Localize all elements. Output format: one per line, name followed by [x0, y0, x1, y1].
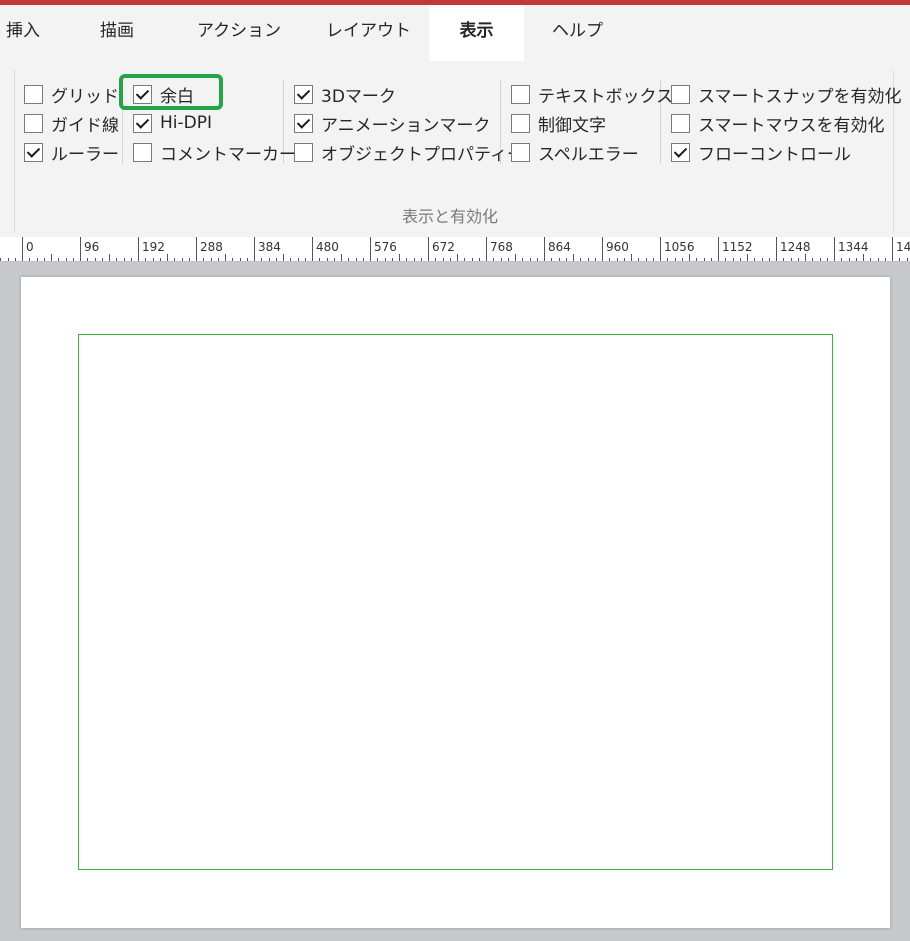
tab-action[interactable]: アクション [197, 5, 281, 61]
checkbox-label: オブジェクトプロパティー [321, 144, 524, 165]
checkbox-box[interactable] [294, 84, 313, 104]
ruler-label: 1248 [780, 240, 811, 254]
checkbox-comment-markers[interactable]: コメントマーカー [133, 139, 296, 165]
checkbox-label: ルーラー [51, 144, 119, 165]
checkbox-flow-control[interactable]: フローコントロール [671, 139, 851, 165]
ruler-label: 0 [26, 240, 34, 254]
checkbox-box[interactable] [671, 113, 690, 133]
ribbon-group-label: 表示と有効化 [401, 207, 498, 226]
checkbox-label: Hi-DPI [160, 113, 212, 133]
tab-layout[interactable]: レイアウト [326, 5, 411, 61]
ruler-label: 672 [432, 240, 455, 254]
checkbox-guides[interactable]: ガイド線 [24, 110, 119, 136]
checkbox-label: グリッド [51, 86, 119, 107]
checkbox-label: スマートスナップを有効化 [698, 86, 902, 107]
ruler-label: 1056 [664, 240, 695, 254]
tab-draw[interactable]: 描画 [100, 5, 134, 61]
ruler-label: 960 [606, 240, 629, 254]
ruler-label: 1152 [722, 240, 753, 254]
ribbon-tab-strip: 挿入 描画 アクション レイアウト 表示 ヘルプ [0, 5, 910, 61]
margins-highlight-frame [119, 74, 223, 110]
checkbox-label: テキストボックス [538, 86, 673, 107]
checkbox-box[interactable] [133, 113, 152, 133]
ruler-label: 192 [142, 240, 165, 254]
checkbox-smart-snap[interactable]: スマートスナップを有効化 [671, 81, 902, 107]
checkbox-spelling-errors[interactable]: スペルエラー [511, 139, 639, 165]
checkbox-box[interactable] [24, 84, 43, 104]
ruler-label: 480 [316, 240, 339, 254]
checkbox-smart-mouse[interactable]: スマートマウスを有効化 [671, 110, 885, 136]
checkbox-grid[interactable]: グリッド [24, 81, 119, 107]
tab-insert[interactable]: 挿入 [6, 5, 40, 61]
checkbox-label: 制御文字 [538, 115, 606, 136]
checkbox-3d-marks[interactable]: 3Dマーク [294, 81, 396, 107]
checkbox-animation-marks[interactable]: アニメーションマーク [294, 110, 490, 136]
margin-boundary [78, 334, 833, 870]
ruler-label: 288 [200, 240, 223, 254]
checkbox-box[interactable] [294, 113, 313, 133]
checkbox-box[interactable] [294, 142, 313, 162]
horizontal-ruler[interactable]: 0 96 192 288 384 480 576 672 768 864 960 1056 1152 12… [0, 237, 910, 262]
checkbox-box[interactable] [511, 113, 530, 133]
tab-help[interactable]: ヘルプ [552, 5, 603, 61]
checkbox-label: スマートマウスを有効化 [698, 115, 885, 136]
ruler-label: 576 [374, 240, 397, 254]
checkbox-box[interactable] [671, 142, 690, 162]
ruler-label: 1344 [838, 240, 869, 254]
ruler-scale: 0 96 192 288 384 480 576 672 768 864 960 1056 1152 12… [0, 237, 910, 261]
checkbox-ruler[interactable]: ルーラー [24, 139, 119, 165]
checkbox-label: 3Dマーク [321, 86, 396, 107]
checkbox-box[interactable] [24, 142, 43, 162]
checkbox-hi-dpi[interactable]: Hi-DPI [133, 110, 212, 136]
checkbox-box[interactable] [24, 113, 43, 133]
checkbox-control-characters[interactable]: 制御文字 [511, 110, 606, 136]
ruler-label: 14 [896, 240, 910, 254]
checkbox-box[interactable] [133, 142, 152, 162]
checkbox-label: フローコントロール [698, 144, 851, 165]
checkbox-box[interactable] [511, 84, 530, 104]
ruler-label: 768 [490, 240, 513, 254]
checkbox-box[interactable] [671, 84, 690, 104]
checkbox-label: ガイド線 [51, 115, 119, 136]
ruler-label: 96 [84, 240, 99, 254]
ruler-label: 384 [258, 240, 281, 254]
ruler-label: 864 [548, 240, 571, 254]
tab-view[interactable]: 表示 [429, 5, 524, 61]
checkbox-text-boxes[interactable]: テキストボックス [511, 81, 673, 107]
checkbox-label: コメントマーカー [160, 144, 296, 165]
checkbox-label: アニメーションマーク [321, 115, 491, 136]
checkbox-box[interactable] [511, 142, 530, 162]
checkbox-label: スペルエラー [538, 144, 639, 165]
checkbox-object-properties[interactable]: オブジェクトプロパティー [294, 139, 524, 165]
